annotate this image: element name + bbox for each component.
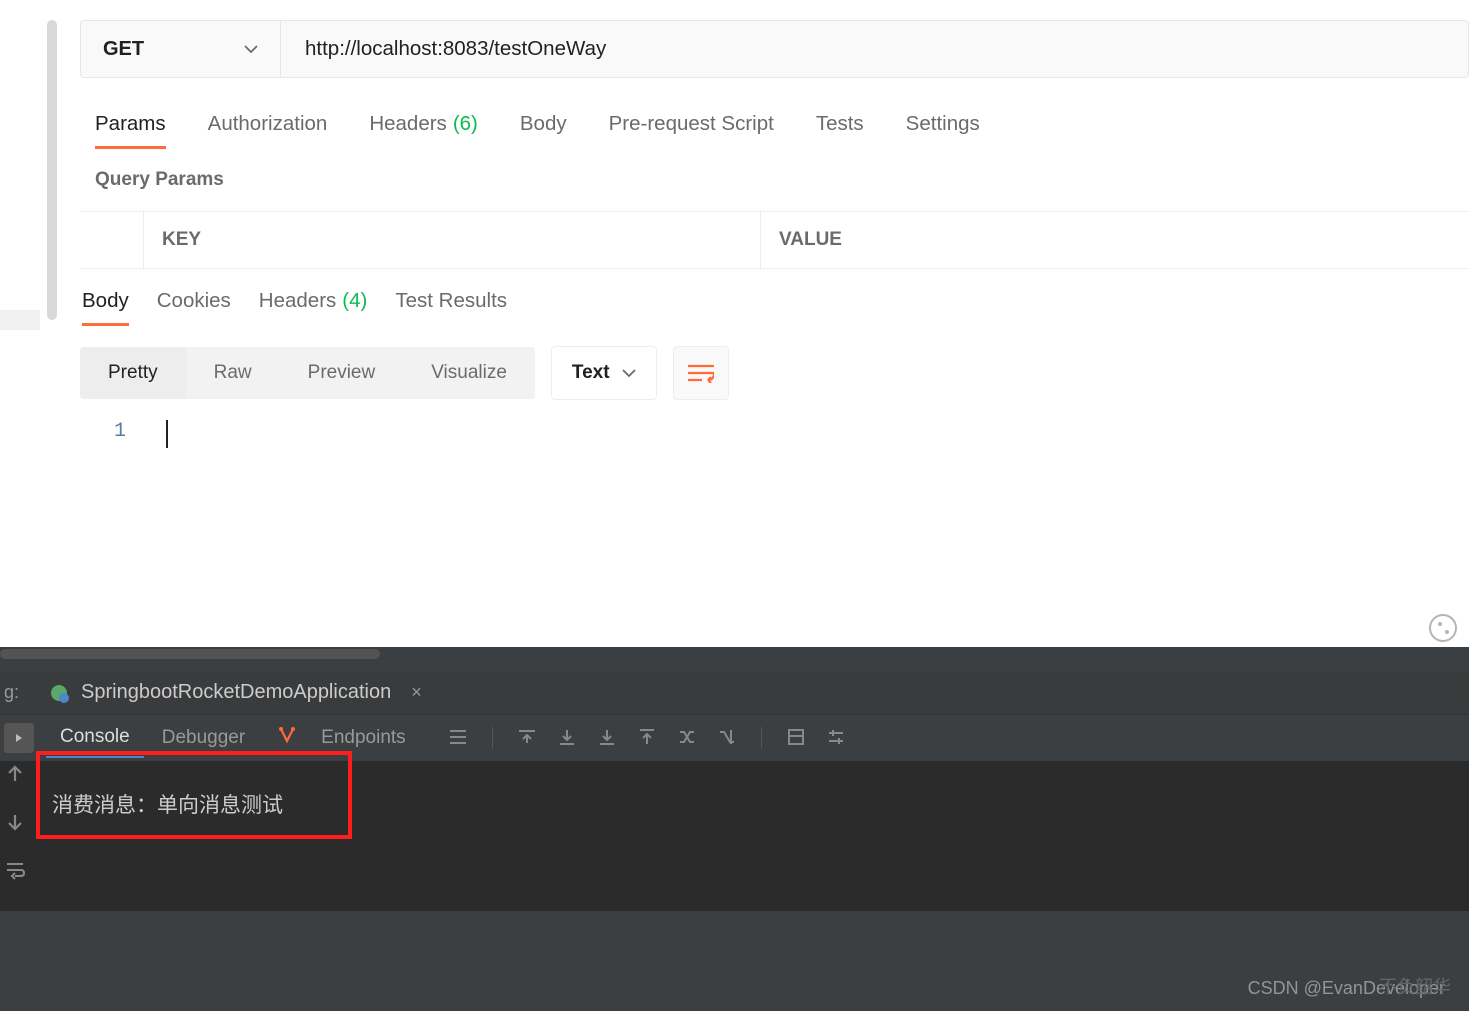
view-raw[interactable]: Raw [186, 347, 280, 399]
cursor-icon[interactable] [717, 727, 737, 747]
response-tabs: Body Cookies Headers (4) Test Results [80, 289, 1469, 326]
tab-response-body[interactable]: Body [82, 289, 129, 326]
tab-body[interactable]: Body [520, 112, 567, 149]
sidebar-stub [0, 310, 40, 330]
tab-response-testresults[interactable]: Test Results [395, 289, 507, 326]
tab-headers[interactable]: Headers (6) [369, 112, 478, 149]
url-input[interactable]: http://localhost:8083/testOneWay [281, 21, 1468, 77]
menu-icon[interactable] [448, 727, 468, 747]
view-controls: Pretty Raw Preview Visualize Text [80, 346, 1469, 400]
method-label: GET [103, 38, 144, 61]
view-pretty[interactable]: Pretty [80, 347, 186, 399]
tab-response-headers[interactable]: Headers (4) [259, 289, 368, 326]
tab-prerequest[interactable]: Pre-request Script [609, 112, 774, 149]
query-params-title: Query Params [95, 169, 1469, 191]
arrow-down-icon[interactable] [4, 811, 26, 833]
response-headers-count-badge: (4) [342, 289, 367, 316]
expand-button[interactable] [4, 723, 34, 753]
ide-toolbar-icons [448, 727, 846, 749]
ide-panel: g: SpringbootRocketDemoApplication × Con… [0, 647, 1469, 1011]
chevron-down-icon [622, 366, 636, 380]
view-preview[interactable]: Preview [280, 347, 404, 399]
chevron-down-icon [244, 42, 258, 56]
ide-tabs-row: g: SpringbootRocketDemoApplication × [0, 671, 1469, 715]
ide-g-label: g: [4, 682, 31, 703]
request-tabs: Params Authorization Headers (6) Body Pr… [80, 112, 1469, 149]
wrap-icon [688, 363, 714, 383]
format-select[interactable]: Text [551, 346, 657, 400]
up-bar-icon[interactable] [517, 727, 537, 747]
postman-panel: GET http://localhost:8083/testOneWay Par… [0, 20, 1469, 647]
request-bar: GET http://localhost:8083/testOneWay [80, 20, 1469, 78]
ide-console-output[interactable]: 消费消息：单向消息测试 [0, 761, 1469, 911]
ide-app-tab[interactable]: SpringbootRocketDemoApplication [77, 681, 403, 704]
headers-count-badge: (6) [453, 112, 478, 139]
tab-response-cookies[interactable]: Cookies [157, 289, 231, 326]
watermark-cn: 不负韶华 [1379, 973, 1451, 999]
upload-icon[interactable] [637, 727, 657, 747]
calculator-icon[interactable] [786, 727, 806, 747]
format-label: Text [572, 362, 610, 384]
params-checkbox-col[interactable] [80, 212, 144, 268]
tab-params[interactable]: Params [95, 112, 166, 149]
soft-wrap-icon[interactable] [4, 859, 26, 881]
ide-topbar [0, 647, 1469, 671]
scrollbar[interactable] [47, 20, 57, 320]
params-table: KEY VALUE [80, 211, 1469, 269]
run-config-icon [49, 683, 69, 703]
cookie-icon[interactable] [1429, 614, 1457, 642]
shuffle-icon[interactable] [677, 727, 697, 747]
ide-scrollbar[interactable] [0, 649, 380, 659]
cursor [166, 420, 174, 448]
response-body-editor[interactable]: 1 [80, 420, 1469, 448]
params-key-header: KEY [144, 212, 761, 268]
endpoints-icon [277, 725, 297, 751]
tab-authorization[interactable]: Authorization [208, 112, 328, 149]
arrow-up-icon[interactable] [4, 763, 26, 785]
settings-icon[interactable] [826, 727, 846, 747]
ide-left-gutter [4, 763, 26, 881]
url-text: http://localhost:8083/testOneWay [305, 37, 606, 61]
console-message: 消费消息：单向消息测试 [52, 789, 283, 819]
wrap-lines-button[interactable] [673, 346, 729, 400]
view-mode-tabs: Pretty Raw Preview Visualize [80, 347, 535, 399]
tab-tests[interactable]: Tests [816, 112, 864, 149]
view-visualize[interactable]: Visualize [403, 347, 535, 399]
close-tab-button[interactable]: × [403, 682, 430, 703]
line-number: 1 [80, 420, 144, 448]
http-method-select[interactable]: GET [81, 21, 281, 77]
tab-settings[interactable]: Settings [906, 112, 980, 149]
download-icon-2[interactable] [597, 727, 617, 747]
params-value-header: VALUE [761, 212, 1469, 268]
download-icon[interactable] [557, 727, 577, 747]
